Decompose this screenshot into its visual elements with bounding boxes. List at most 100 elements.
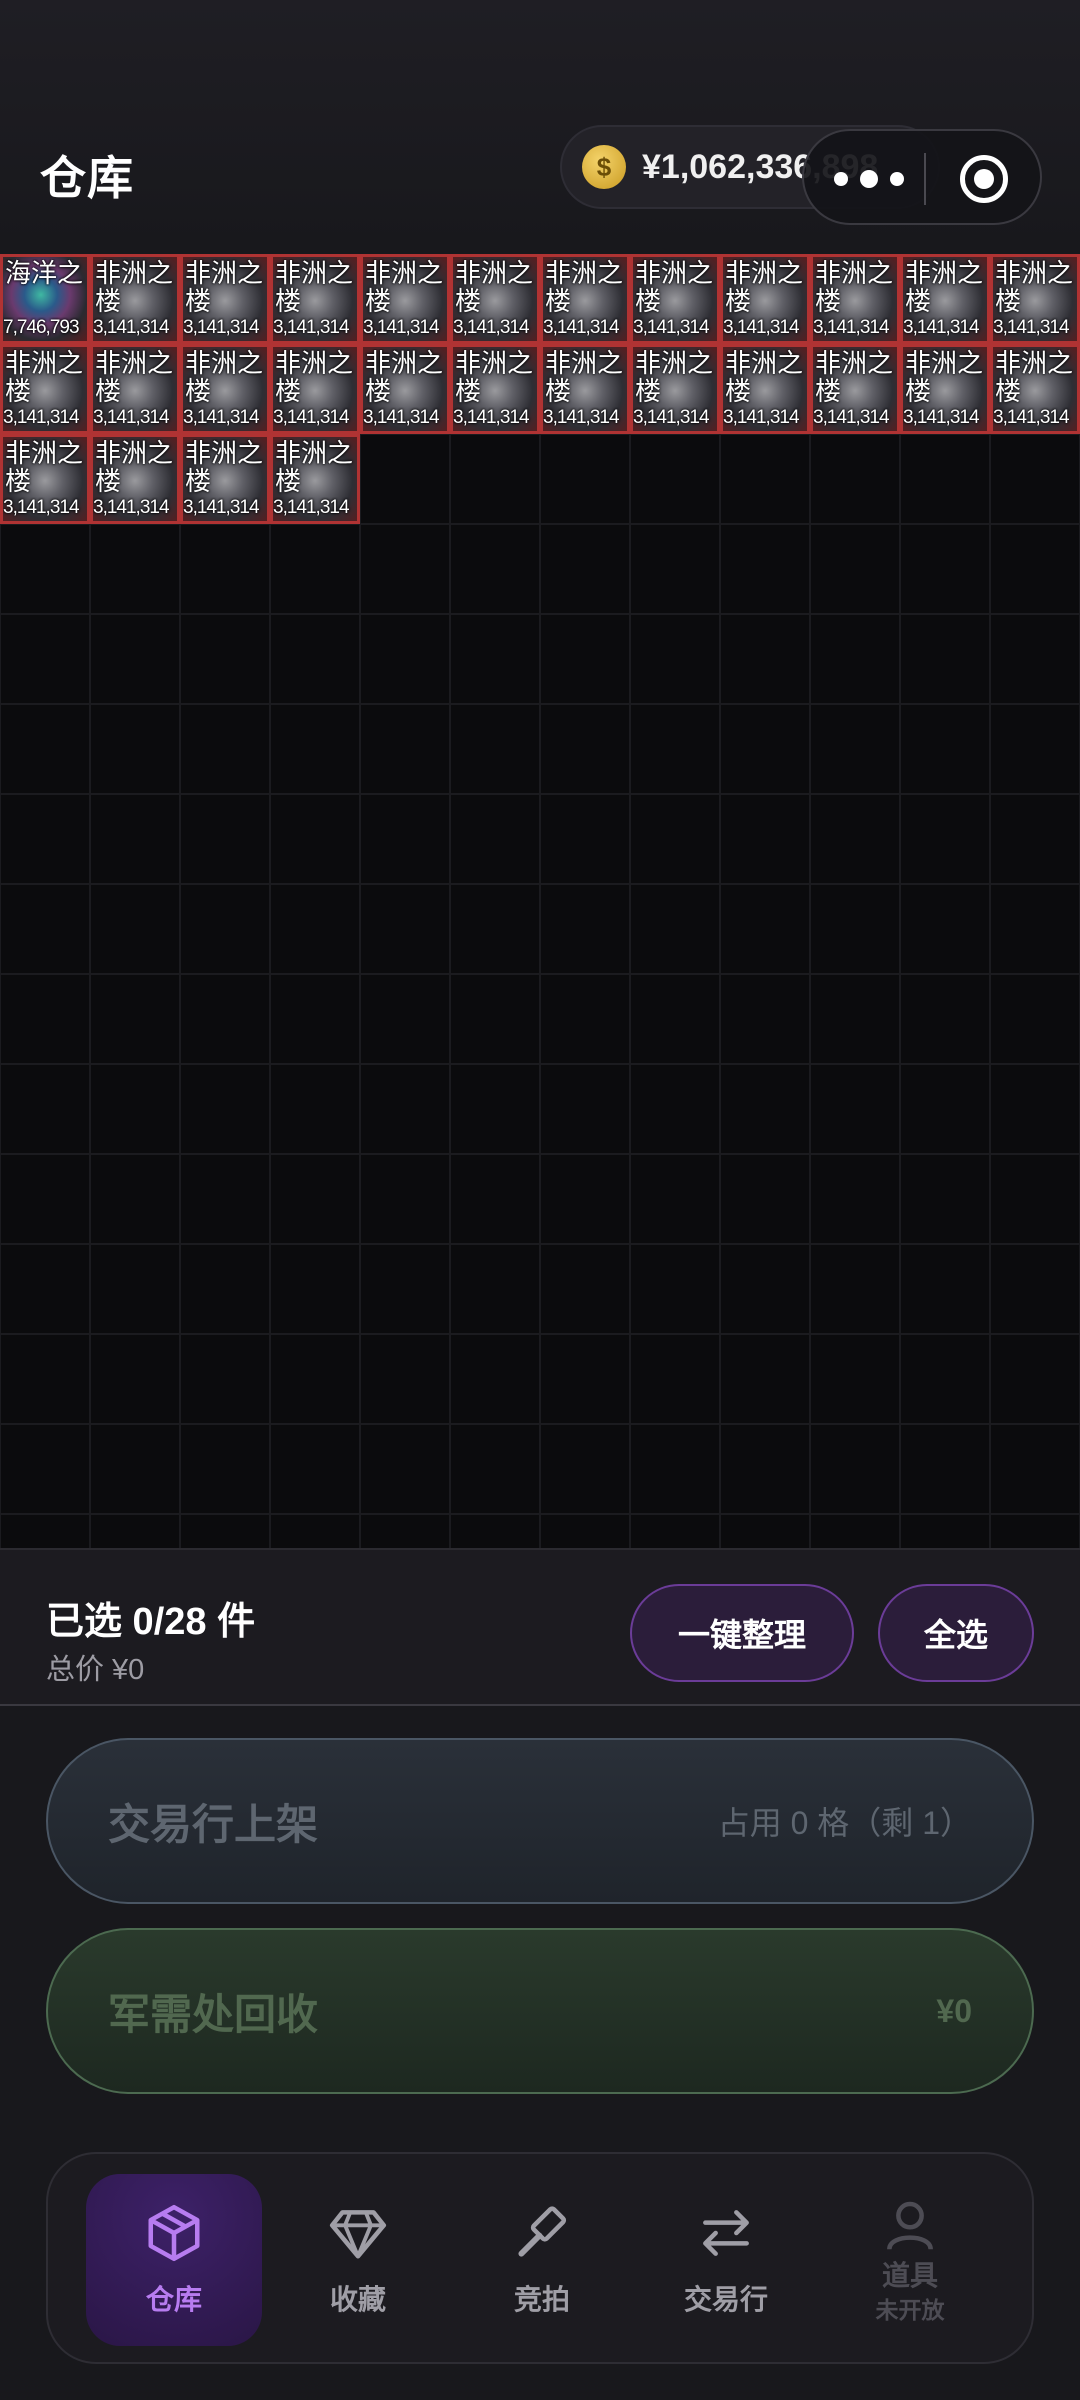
- tab-trade[interactable]: 交易行: [638, 2174, 814, 2346]
- empty-slot[interactable]: [90, 884, 180, 974]
- inventory-item[interactable]: 非洲之楼 3,141,314: [360, 254, 450, 344]
- empty-slot[interactable]: [540, 1514, 630, 1548]
- empty-slot[interactable]: [270, 974, 360, 1064]
- empty-slot[interactable]: [90, 974, 180, 1064]
- empty-slot[interactable]: [630, 974, 720, 1064]
- empty-slot[interactable]: [900, 794, 990, 884]
- empty-slot[interactable]: [990, 524, 1080, 614]
- empty-slot[interactable]: [900, 884, 990, 974]
- empty-slot[interactable]: [360, 704, 450, 794]
- empty-slot[interactable]: [360, 434, 450, 524]
- empty-slot[interactable]: [90, 794, 180, 884]
- empty-slot[interactable]: [360, 884, 450, 974]
- list-on-market-button[interactable]: 交易行上架 占用 0 格（剩 1）: [46, 1738, 1034, 1904]
- tab-auction[interactable]: 竞拍: [454, 2174, 630, 2346]
- empty-slot[interactable]: [540, 704, 630, 794]
- empty-slot[interactable]: [90, 1154, 180, 1244]
- empty-slot[interactable]: [630, 884, 720, 974]
- empty-slot[interactable]: [630, 434, 720, 524]
- empty-slot[interactable]: [540, 434, 630, 524]
- empty-slot[interactable]: [270, 704, 360, 794]
- empty-slot[interactable]: [810, 884, 900, 974]
- inventory-item[interactable]: 非洲之楼 3,141,314: [90, 254, 180, 344]
- empty-slot[interactable]: [990, 794, 1080, 884]
- recycle-button[interactable]: 军需处回收 ¥0: [46, 1928, 1034, 2094]
- empty-slot[interactable]: [180, 1514, 270, 1548]
- empty-slot[interactable]: [450, 1154, 540, 1244]
- empty-slot[interactable]: [360, 614, 450, 704]
- empty-slot[interactable]: [720, 1334, 810, 1424]
- empty-slot[interactable]: [270, 1244, 360, 1334]
- empty-slot[interactable]: [450, 704, 540, 794]
- empty-slot[interactable]: [900, 1334, 990, 1424]
- empty-slot[interactable]: [990, 884, 1080, 974]
- empty-slot[interactable]: [360, 1154, 450, 1244]
- inventory-item[interactable]: 海洋之 7,746,793: [0, 254, 90, 344]
- empty-slot[interactable]: [180, 794, 270, 884]
- empty-slot[interactable]: [90, 704, 180, 794]
- empty-slot[interactable]: [810, 794, 900, 884]
- empty-slot[interactable]: [450, 1064, 540, 1154]
- empty-slot[interactable]: [900, 614, 990, 704]
- tab-collection[interactable]: 收藏: [270, 2174, 446, 2346]
- empty-slot[interactable]: [630, 1154, 720, 1244]
- empty-slot[interactable]: [990, 1424, 1080, 1514]
- inventory-item[interactable]: 非洲之楼 3,141,314: [270, 434, 360, 524]
- empty-slot[interactable]: [0, 614, 90, 704]
- empty-slot[interactable]: [540, 1334, 630, 1424]
- inventory-item[interactable]: 非洲之楼 3,141,314: [540, 344, 630, 434]
- empty-slot[interactable]: [0, 974, 90, 1064]
- empty-slot[interactable]: [720, 434, 810, 524]
- empty-slot[interactable]: [0, 1514, 90, 1548]
- empty-slot[interactable]: [900, 1514, 990, 1548]
- empty-slot[interactable]: [450, 974, 540, 1064]
- empty-slot[interactable]: [990, 704, 1080, 794]
- inventory-item[interactable]: 非洲之楼 3,141,314: [270, 344, 360, 434]
- empty-slot[interactable]: [0, 1154, 90, 1244]
- empty-slot[interactable]: [270, 794, 360, 884]
- inventory-item[interactable]: 非洲之楼 3,141,314: [450, 344, 540, 434]
- empty-slot[interactable]: [720, 704, 810, 794]
- empty-slot[interactable]: [900, 434, 990, 524]
- select-all-button[interactable]: 全选: [878, 1584, 1034, 1682]
- empty-slot[interactable]: [270, 1424, 360, 1514]
- empty-slot[interactable]: [900, 524, 990, 614]
- empty-slot[interactable]: [630, 1514, 720, 1548]
- empty-slot[interactable]: [0, 1064, 90, 1154]
- inventory-item[interactable]: 非洲之楼 3,141,314: [900, 254, 990, 344]
- empty-slot[interactable]: [630, 704, 720, 794]
- empty-slot[interactable]: [270, 614, 360, 704]
- empty-slot[interactable]: [900, 704, 990, 794]
- inventory-item[interactable]: 非洲之楼 3,141,314: [180, 434, 270, 524]
- empty-slot[interactable]: [180, 524, 270, 614]
- empty-slot[interactable]: [270, 1334, 360, 1424]
- empty-slot[interactable]: [90, 1064, 180, 1154]
- empty-slot[interactable]: [990, 974, 1080, 1064]
- inventory-item[interactable]: 非洲之楼 3,141,314: [990, 254, 1080, 344]
- empty-slot[interactable]: [810, 1244, 900, 1334]
- inventory-item[interactable]: 非洲之楼 3,141,314: [90, 344, 180, 434]
- empty-slot[interactable]: [540, 524, 630, 614]
- empty-slot[interactable]: [720, 1244, 810, 1334]
- empty-slot[interactable]: [540, 614, 630, 704]
- empty-slot[interactable]: [360, 1334, 450, 1424]
- inventory-item[interactable]: 非洲之楼 3,141,314: [630, 344, 720, 434]
- empty-slot[interactable]: [990, 1514, 1080, 1548]
- empty-slot[interactable]: [0, 1334, 90, 1424]
- tab-warehouse[interactable]: 仓库: [86, 2174, 262, 2346]
- empty-slot[interactable]: [90, 614, 180, 704]
- inventory-item[interactable]: 非洲之楼 3,141,314: [0, 344, 90, 434]
- empty-slot[interactable]: [450, 524, 540, 614]
- empty-slot[interactable]: [990, 1334, 1080, 1424]
- empty-slot[interactable]: [270, 1514, 360, 1548]
- empty-slot[interactable]: [360, 1244, 450, 1334]
- empty-slot[interactable]: [180, 1424, 270, 1514]
- empty-slot[interactable]: [540, 884, 630, 974]
- inventory-item[interactable]: 非洲之楼 3,141,314: [450, 254, 540, 344]
- inventory-item[interactable]: 非洲之楼 3,141,314: [630, 254, 720, 344]
- empty-slot[interactable]: [180, 614, 270, 704]
- empty-slot[interactable]: [630, 1064, 720, 1154]
- empty-slot[interactable]: [90, 1514, 180, 1548]
- empty-slot[interactable]: [630, 1334, 720, 1424]
- empty-slot[interactable]: [0, 524, 90, 614]
